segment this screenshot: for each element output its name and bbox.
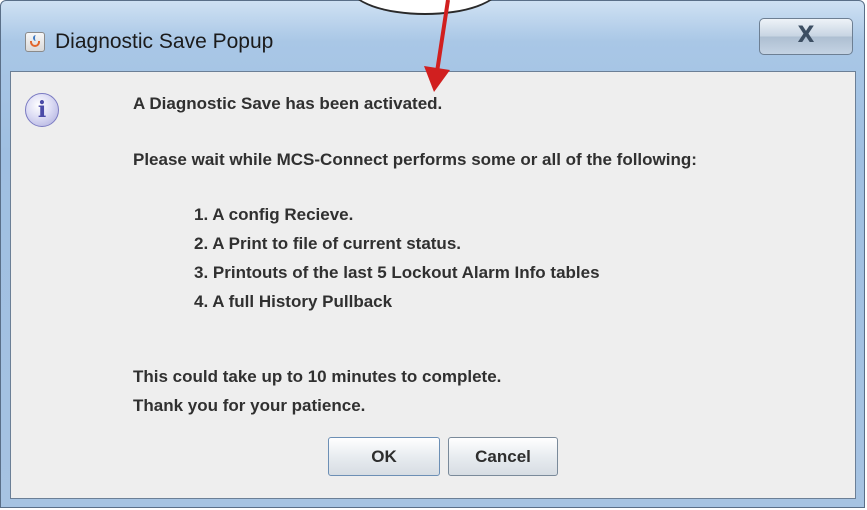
message-duration: This could take up to 10 minutes to comp…	[133, 367, 502, 386]
close-icon: X	[797, 23, 815, 48]
close-button[interactable]: X	[759, 18, 853, 55]
window-title: Diagnostic Save Popup	[55, 30, 274, 53]
cancel-button[interactable]: Cancel	[448, 437, 558, 476]
screenshot-stage: Diagnostic Save Popup X i A Diagnostic S…	[0, 0, 867, 510]
info-icon: i	[25, 93, 59, 127]
dialog-content: i A Diagnostic Save has been activated. …	[10, 71, 856, 499]
list-item: 4. A full History Pullback	[194, 292, 393, 311]
list-item: 3. Printouts of the last 5 Lockout Alarm…	[194, 263, 600, 282]
message-thanks: Thank you for your patience.	[133, 396, 366, 415]
java-cup-icon	[25, 32, 45, 52]
list-item: 2. A Print to file of current status.	[194, 234, 461, 253]
ok-button[interactable]: OK	[328, 437, 440, 476]
message-activated: A Diagnostic Save has been activated.	[133, 94, 443, 113]
list-item: 1. A config Recieve.	[194, 205, 354, 224]
dialog-window: Diagnostic Save Popup X i A Diagnostic S…	[0, 0, 865, 508]
java-cup-shape	[30, 41, 40, 47]
message-please-wait: Please wait while MCS-Connect performs s…	[133, 150, 697, 169]
